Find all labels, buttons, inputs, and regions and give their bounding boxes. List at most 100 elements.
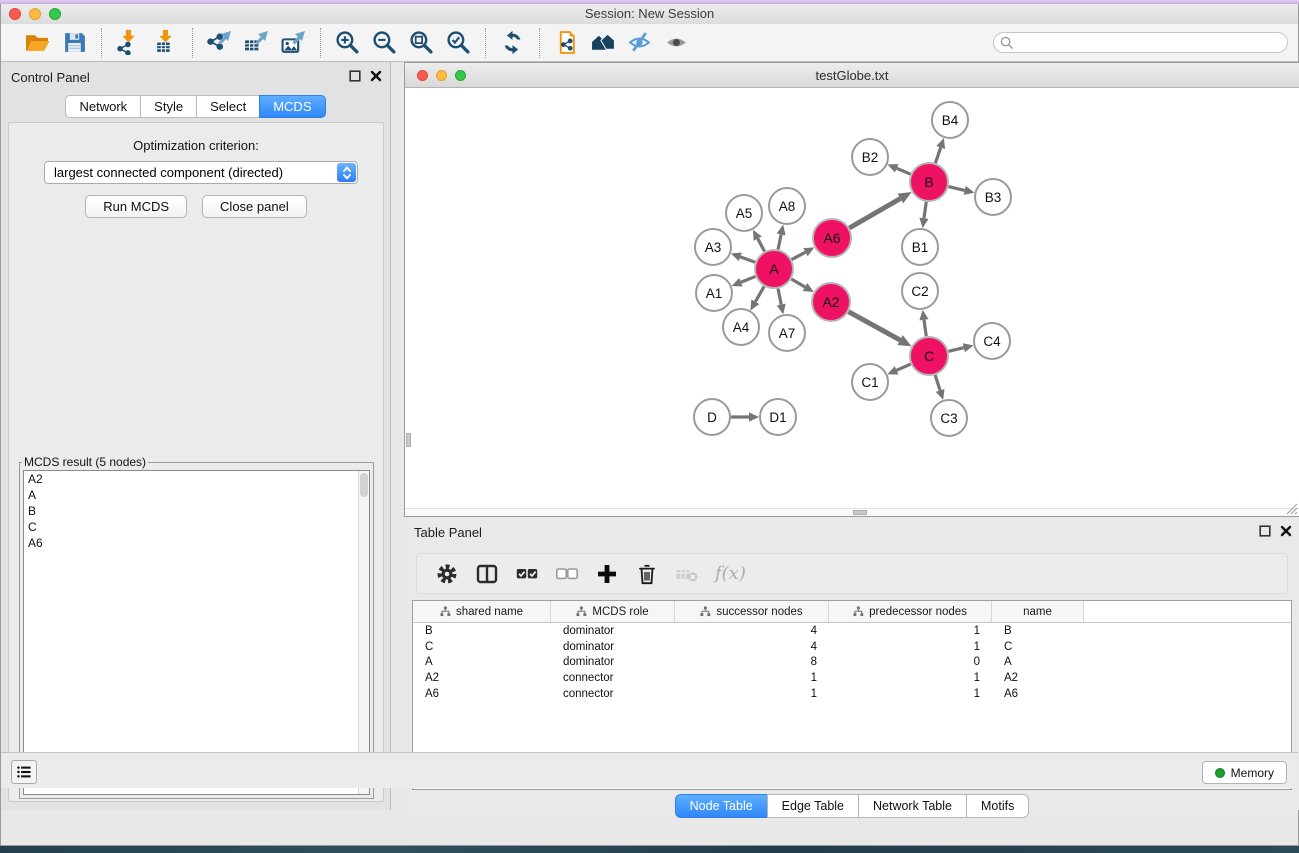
cell[interactable]: 1 [829,688,992,700]
open-folder-icon[interactable] [24,29,51,56]
graph-node-B2[interactable]: B2 [852,139,888,175]
cell[interactable]: 1 [675,672,829,684]
split-panel-icon[interactable] [475,562,499,586]
edge-C-C1[interactable] [897,364,911,370]
column-header-name[interactable]: name [992,601,1084,622]
network-canvas[interactable]: AA1A2A3A4A5A6A7A8BB1B2B3B4CC1C2C3C4DD1 [405,88,1299,516]
edge-B-B2[interactable] [897,168,911,174]
cell[interactable]: A6 [413,688,551,700]
edge-A-A1[interactable] [741,276,756,282]
edge-A-A6[interactable] [792,252,806,259]
graph-node-A3[interactable]: A3 [695,229,731,265]
tab-style[interactable]: Style [140,95,196,118]
cell[interactable]: 0 [829,656,992,668]
cell[interactable]: 8 [675,656,829,668]
panel-list-button[interactable] [11,760,37,784]
edge-C-C4[interactable] [948,348,963,352]
column-header-MCDS-role[interactable]: MCDS role [551,601,675,622]
cell[interactable]: C [992,641,1084,653]
tab-network[interactable]: Network [65,95,140,118]
edge-B-B4[interactable] [935,147,940,163]
export-table-icon[interactable] [243,29,270,56]
graph-node-B4[interactable]: B4 [932,102,968,138]
show-all-icon[interactable] [664,29,691,56]
graph-node-A6[interactable]: A6 [813,219,851,257]
close-panel-icon[interactable] [370,70,382,82]
search-input[interactable] [993,32,1288,53]
save-icon[interactable] [61,29,88,56]
graph-node-C[interactable]: C [910,337,948,375]
graph-node-A[interactable]: A [755,250,793,288]
table-row[interactable]: Adominator80A [413,654,1291,670]
memory-button[interactable]: Memory [1202,761,1287,784]
graph-node-C4[interactable]: C4 [974,323,1010,359]
session-search-field[interactable] [993,32,1288,53]
mcds-result-item[interactable]: C [24,519,369,535]
cell[interactable]: 4 [675,625,829,637]
edge-A-A7[interactable] [778,289,781,305]
mcds-result-item[interactable]: A [24,487,369,503]
graph-node-A7[interactable]: A7 [769,315,805,351]
mcds-result-item[interactable]: A2 [24,471,369,487]
column-header-predecessor-nodes[interactable]: predecessor nodes [829,601,992,622]
close-panel-button[interactable]: Close panel [202,195,307,218]
mcds-result-item[interactable]: A6 [24,535,369,551]
cell[interactable]: C [413,641,551,653]
first-neighbors-icon[interactable] [590,29,617,56]
cell[interactable]: A2 [992,672,1084,684]
edge-A6-B[interactable] [849,198,900,228]
graph-node-D1[interactable]: D1 [760,399,796,435]
column-header-shared-name[interactable]: shared name [413,601,551,622]
cell[interactable]: 1 [829,641,992,653]
cell[interactable]: connector [551,672,675,684]
cell[interactable]: B [413,625,551,637]
table-row[interactable]: A6connector11A6 [413,686,1291,702]
cell[interactable]: 1 [829,625,992,637]
cell[interactable]: dominator [551,641,675,653]
select-all-icon[interactable] [515,562,539,586]
cell[interactable]: 4 [675,641,829,653]
column-header-successor-nodes[interactable]: successor nodes [675,601,829,622]
tab-motifs[interactable]: Motifs [966,794,1029,818]
edge-A-A5[interactable] [758,239,765,252]
zoom-out-icon[interactable] [371,29,398,56]
tab-select[interactable]: Select [196,95,259,118]
mcds-list-scrollbar[interactable] [358,471,369,794]
table-row[interactable]: Bdominator41B [413,623,1291,639]
close-panel-icon[interactable] [1280,525,1292,537]
edge-C-C3[interactable] [935,375,940,390]
float-panel-icon[interactable] [349,70,361,82]
cell[interactable]: dominator [551,625,675,637]
zoom-selected-icon[interactable] [445,29,472,56]
run-mcds-button[interactable]: Run MCDS [85,195,187,218]
resize-grip-icon[interactable] [1285,502,1298,515]
import-network-icon[interactable] [115,29,142,56]
graph-node-C2[interactable]: C2 [902,273,938,309]
edge-A-A4[interactable] [755,286,764,301]
graph-node-C1[interactable]: C1 [852,364,888,400]
cell[interactable]: A6 [992,688,1084,700]
export-image-icon[interactable] [280,29,307,56]
zoom-in-icon[interactable] [334,29,361,56]
cell[interactable]: A [992,656,1084,668]
add-column-icon[interactable] [595,562,619,586]
graph-node-C3[interactable]: C3 [931,400,967,436]
network-horizontal-scrollbar[interactable] [405,508,1299,516]
edge-B-B3[interactable] [948,187,964,191]
refresh-icon[interactable] [499,29,526,56]
import-table-icon[interactable] [152,29,179,56]
settings-gear-icon[interactable] [435,562,459,586]
float-panel-icon[interactable] [1259,525,1271,537]
optimization-criterion-dropdown[interactable]: largest connected component (directed) [44,161,358,184]
edge-A-A2[interactable] [791,279,805,287]
network-from-selection-icon[interactable] [553,29,580,56]
network-vertical-scrollbar[interactable] [406,433,411,447]
graph-node-B3[interactable]: B3 [975,179,1011,215]
edge-A2-C[interactable] [849,312,901,340]
export-network-icon[interactable] [206,29,233,56]
graph-node-D[interactable]: D [694,399,730,435]
graph-node-B[interactable]: B [910,163,948,201]
edge-A-A3[interactable] [740,257,755,262]
cell[interactable]: B [992,625,1084,637]
cell[interactable]: dominator [551,656,675,668]
